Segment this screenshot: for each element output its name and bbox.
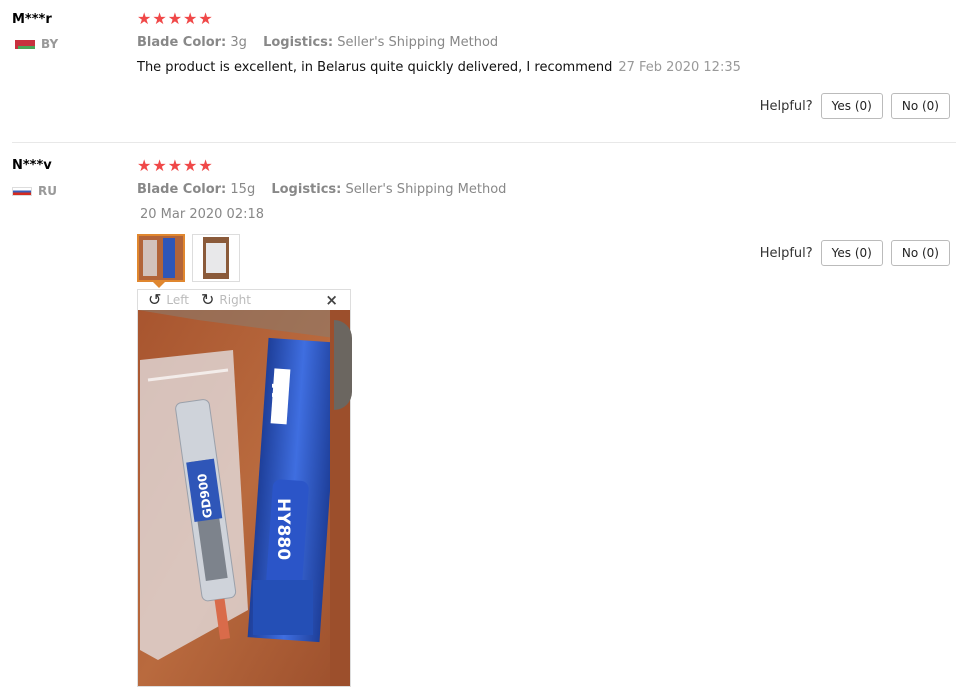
logistics-label: Logistics: <box>271 182 342 197</box>
review-photo-thumbnail-2[interactable] <box>192 234 240 282</box>
thumbnail-image <box>193 235 239 281</box>
star-icon: ★ <box>167 9 183 28</box>
rotate-right-button[interactable]: ↻ Right <box>201 292 251 308</box>
tube-label: HY880 <box>273 498 293 560</box>
review-photo-thumbnail-1[interactable] <box>137 234 185 282</box>
star-icon: ★ <box>152 156 167 175</box>
thumbnail-image <box>139 236 183 280</box>
box-label: H <box>267 382 291 399</box>
helpful-yes-button[interactable]: Yes (0) <box>820 240 883 266</box>
helpful-controls: Helpful? Yes (0) No (0) <box>760 93 950 119</box>
russia-flag-icon <box>12 186 32 196</box>
active-thumbnail-pointer <box>153 282 165 288</box>
rotate-right-icon: ↻ <box>200 290 215 309</box>
helpful-yes-button[interactable]: Yes (0) <box>820 93 883 119</box>
order-attributes: Blade Color: 3g Logistics: Seller's Ship… <box>137 35 498 50</box>
order-attributes: Blade Color: 15g Logistics: Seller's Shi… <box>137 182 506 197</box>
helpful-controls: Helpful? Yes (0) No (0) <box>760 240 950 266</box>
country-code: BY <box>41 37 59 51</box>
photo-viewer: ↺ Left ↻ Right × GD900 H HY880 <box>137 289 351 687</box>
helpful-label: Helpful? <box>759 245 813 261</box>
review-divider <box>12 142 956 143</box>
review-date: 27 Feb 2020 12:35 <box>618 60 741 75</box>
rotate-left-icon: ↺ <box>148 290 162 309</box>
rotate-left-button[interactable]: ↺ Left <box>148 292 189 308</box>
helpful-no-button[interactable]: No (0) <box>890 240 950 266</box>
star-rating: ★ ★ ★ ★ ★ <box>137 11 213 27</box>
star-icon: ★ <box>198 156 213 175</box>
belarus-flag-icon <box>12 39 35 49</box>
blade-color-label: Blade Color: <box>137 35 227 50</box>
reviewer-country: RU <box>12 184 57 198</box>
blade-color-label: Blade Color: <box>137 182 227 197</box>
logistics-value: Seller's Shipping Method <box>345 182 507 197</box>
blade-color-value: 15g <box>230 182 256 197</box>
helpful-label: Helpful? <box>759 98 813 114</box>
star-icon: ★ <box>152 9 167 28</box>
close-icon[interactable]: × <box>325 291 338 309</box>
star-icon: ★ <box>198 9 213 28</box>
country-code: RU <box>38 184 57 198</box>
star-icon: ★ <box>183 156 198 175</box>
star-rating: ★ ★ ★ ★ ★ <box>137 158 213 174</box>
background-object <box>334 320 352 410</box>
review-date: 20 Mar 2020 02:18 <box>140 207 265 222</box>
star-icon: ★ <box>137 156 152 175</box>
reviewer-name: N***v <box>12 158 52 173</box>
photo-viewer-toolbar: ↺ Left ↻ Right × <box>138 290 350 310</box>
rotate-left-label: Left <box>166 293 189 307</box>
rotate-right-label: Right <box>219 293 251 307</box>
logistics-value: Seller's Shipping Method <box>337 35 499 50</box>
helpful-no-button[interactable]: No (0) <box>890 93 950 119</box>
star-icon: ★ <box>183 9 198 28</box>
review-photo: GD900 H HY880 <box>138 310 350 686</box>
reviewer-name: M***r <box>12 12 52 27</box>
blade-color-value: 3g <box>230 35 247 50</box>
reviewer-country: BY <box>12 37 58 51</box>
star-icon: ★ <box>167 156 183 175</box>
logistics-label: Logistics: <box>263 35 334 50</box>
star-icon: ★ <box>137 9 152 28</box>
review-text: The product is excellent, in Belarus qui… <box>137 60 613 75</box>
review-text-row: The product is excellent, in Belarus qui… <box>137 60 741 75</box>
